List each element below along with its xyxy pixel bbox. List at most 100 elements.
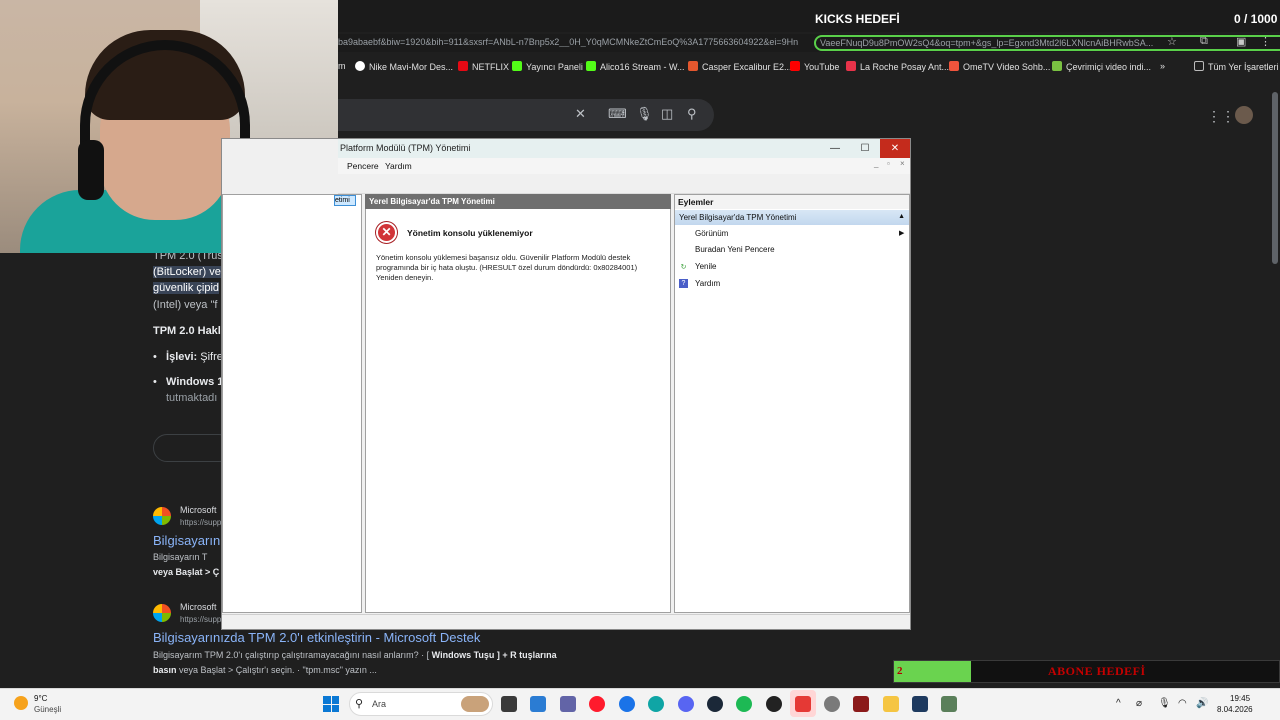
bookmark-item[interactable]: m (338, 61, 346, 71)
bookmark-item[interactable]: Çevrimiçi video indi... (1052, 61, 1151, 72)
mmc-menubar: Pencere Yardım _ ▫ × (338, 158, 910, 174)
chevron-up-icon[interactable]: ^ (1116, 698, 1121, 709)
menu-yardim[interactable]: Yardım (385, 161, 412, 171)
windows-start-icon[interactable] (323, 696, 339, 712)
search-highlight-icon (461, 696, 489, 712)
xbox-icon[interactable] (912, 696, 928, 712)
obs-icon[interactable] (766, 696, 782, 712)
opera-icon[interactable] (589, 696, 605, 712)
result-text: güvenlik çipid (153, 282, 220, 294)
result-title-link[interactable]: Bilgisayarınızda TPM 2.0'ı etkinleştirin… (153, 630, 480, 645)
action-new-window[interactable]: Buradan Yeni Pencere (695, 245, 775, 254)
volume-icon[interactable]: 🔊 (1196, 698, 1208, 709)
lightning-app-icon[interactable] (795, 696, 811, 712)
error-title: Yönetim konsolu yüklenemiyor (407, 228, 533, 238)
actions-group-label: Yerel Bilgisayar'da TPM Yönetimi (679, 213, 797, 222)
refresh-icon: ↻ (680, 264, 687, 271)
close-button[interactable]: ✕ (880, 139, 910, 158)
steam-icon[interactable] (707, 696, 723, 712)
results-pane-header: Yerel Bilgisayar'da TPM Yönetimi (365, 194, 671, 209)
google-search-bar[interactable]: ✕ ⌨ 🎙 ◫ ⚲ (338, 99, 714, 131)
clear-icon[interactable]: ✕ (575, 106, 586, 122)
child-restore-icon[interactable]: ▫ (887, 159, 890, 168)
menu-dots-icon[interactable]: ⋮ (1260, 35, 1271, 48)
minimize-button[interactable]: — (820, 139, 850, 158)
kicks-goal-label: KICKS HEDEFİ (815, 12, 900, 26)
microphone-icon[interactable]: 🎙 (1158, 698, 1171, 709)
file-explorer-icon[interactable] (883, 696, 899, 712)
result-heading: TPM 2.0 Hakl (153, 325, 221, 337)
help-icon: ? (679, 279, 688, 288)
maximize-button[interactable]: ☐ (850, 139, 880, 158)
bookmark-item[interactable]: Yayıncı Paneli (512, 61, 583, 72)
submenu-arrow-icon: ▶ (899, 230, 905, 237)
teams-icon[interactable] (560, 696, 576, 712)
mmc-titlebar[interactable]: Platform Modülü (TPM) Yönetimi — ☐ ✕ (338, 139, 910, 158)
actions-header: Eylemler (675, 195, 909, 209)
action-refresh[interactable]: Yenile (695, 262, 717, 271)
subscriber-goal-count: 2 (897, 665, 903, 677)
taskbar-search-placeholder: Ara (372, 699, 387, 709)
clock-time[interactable]: 19:45 (1230, 694, 1250, 703)
bookmark-favicon-icon (846, 61, 856, 71)
microsoft-icon (153, 604, 171, 622)
window-title: Platform Modülü (TPM) Yönetimi (340, 143, 471, 153)
chrome-icon[interactable] (619, 696, 635, 712)
bookmark-item[interactable]: La Roche Posay Ant... (846, 61, 949, 72)
netflix-icon (458, 61, 468, 71)
collapse-arrow-icon[interactable]: ▲ (898, 213, 905, 220)
bookmark-item[interactable]: Casper Excalibur E2... (688, 61, 792, 72)
all-bookmarks-button[interactable]: Tüm Yer İşaretleri (1194, 61, 1279, 72)
mmc-app-icon[interactable] (941, 696, 957, 712)
menu-pencere[interactable]: Pencere (347, 161, 379, 171)
apps-grid-icon[interactable]: ⋮⋮ (1207, 108, 1235, 125)
settings-icon[interactable] (824, 696, 840, 712)
bookmark-favicon-icon (355, 61, 365, 71)
weather-desc[interactable]: Güneşli (34, 705, 61, 714)
extension-icon[interactable]: ⧉ (1200, 35, 1208, 48)
clock-date[interactable]: 8.04.2026 (1217, 705, 1253, 714)
result-title-link[interactable]: Bilgisayarın (153, 533, 220, 548)
weather-temp[interactable]: 9°C (34, 694, 47, 703)
youtube-icon (790, 61, 800, 71)
game-shield-icon[interactable] (853, 696, 869, 712)
bookmark-item[interactable]: YouTube (790, 61, 839, 72)
avatar[interactable] (1235, 106, 1253, 124)
site-url: https://supp (180, 518, 222, 527)
bookmark-item[interactable]: NETFLIX (458, 61, 509, 72)
microsoft-icon (153, 507, 171, 525)
spotify-icon[interactable] (736, 696, 752, 712)
scrollbar-thumb[interactable] (1272, 92, 1278, 264)
result-snippet: Bilgisayarın T (153, 552, 208, 562)
wifi-icon[interactable]: ◠ (1178, 698, 1187, 709)
bookmark-item[interactable]: OmeTV Video Sohb... (949, 61, 1050, 72)
child-close-icon[interactable]: × (900, 159, 905, 168)
outlook-icon[interactable] (530, 696, 546, 712)
search-icon[interactable]: ⚲ (687, 106, 697, 122)
action-help[interactable]: Yardım (695, 279, 720, 288)
highlighted-text: (BitLocker) ve (153, 266, 221, 278)
site-name: Microsoft (180, 602, 217, 612)
result-text: (BitLocker) ve (153, 266, 221, 278)
camera-search-icon[interactable]: ◫ (661, 106, 673, 122)
profile-icon[interactable]: ▣ (1236, 35, 1246, 48)
address-bar[interactable]: ba9abaebf&biw=1920&bih=911&sxsrf=ANbL-n7… (338, 34, 1280, 52)
bookmark-item[interactable]: Alico16 Stream - W... (586, 61, 685, 72)
network-off-icon[interactable]: ⌀ (1136, 698, 1142, 709)
star-icon[interactable]: ☆ (1167, 35, 1177, 48)
tree-item-tpm-management[interactable]: etimi (334, 195, 356, 206)
microphone-icon[interactable]: 🎙 (636, 106, 653, 122)
kick-icon (512, 61, 522, 71)
edge-icon[interactable] (648, 696, 664, 712)
child-minimize-icon[interactable]: _ (874, 159, 878, 168)
task-view-icon[interactable] (501, 696, 517, 712)
bookmark-item[interactable]: Nike Mavi-Mor Des... (355, 61, 453, 72)
action-view[interactable]: Görünüm (695, 229, 728, 238)
discord-icon[interactable] (678, 696, 694, 712)
keyboard-icon[interactable]: ⌨ (608, 106, 627, 122)
actions-group-header[interactable]: Yerel Bilgisayar'da TPM Yönetimi ▲ (675, 210, 909, 225)
mmc-toolbar (338, 174, 910, 194)
bookmarks-more-button[interactable]: » (1160, 61, 1165, 71)
sun-icon[interactable] (14, 696, 28, 710)
console-tree-pane[interactable] (222, 194, 362, 613)
